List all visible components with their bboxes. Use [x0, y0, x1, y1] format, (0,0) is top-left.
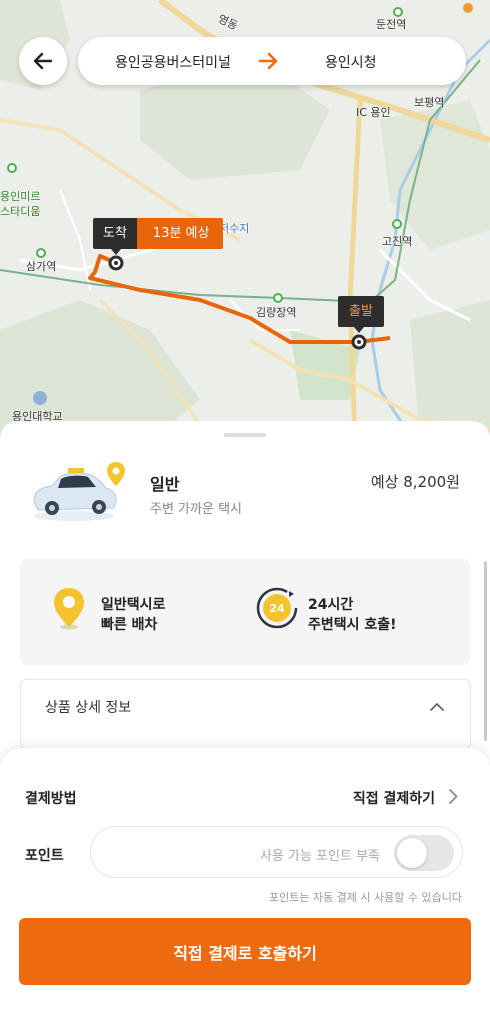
bottom-sheet: 일반 주변 가까운 택시 예상 8,200원 일반택시로 빠른 배차 24 24…	[0, 421, 490, 1009]
point-toggle[interactable]	[394, 835, 454, 871]
point-label: 포인트	[25, 848, 64, 864]
feature-subtitle: 빠른 배차	[101, 617, 158, 633]
payment-panel: 결제방법 직접 결제하기 포인트 사용 가능 포인트 부족 포인트는 자동 결제…	[0, 748, 490, 1009]
product-details-accordion[interactable]: 상품 상세 정보	[20, 679, 471, 749]
point-field: 사용 가능 포인트 부족	[90, 826, 463, 878]
taxi-option-card[interactable]: 일반 주변 가까운 택시 예상 8,200원	[20, 451, 470, 531]
payment-method-label: 결제방법	[25, 791, 77, 807]
product-details-title: 상품 상세 정보	[45, 700, 132, 716]
payment-method-value[interactable]: 직접 결제하기	[353, 788, 435, 808]
24h-clock-text: 24	[269, 602, 285, 615]
chevron-up-icon[interactable]	[430, 702, 444, 711]
map-label-bopyeong: 보평역	[414, 96, 445, 109]
map-label-stadium: 스타디움	[0, 205, 41, 218]
arrival-marker: 도착 13분 예상	[93, 218, 224, 249]
point-status-text: 사용 가능 포인트 부족	[259, 849, 380, 864]
feature-highlights: 일반택시로 빠른 배차 24 24시간 주변택시 호출!	[20, 559, 470, 665]
24h-clock-icon: 24	[256, 587, 298, 629]
origin-text: 용인공용버스터미널	[115, 55, 231, 71]
taxi-type-subtitle: 주변 가까운 택시	[150, 502, 242, 517]
feature-subtitle: 주변택시 호출!	[308, 617, 397, 633]
drag-handle[interactable]	[224, 433, 266, 437]
map-label-dunjeon: 둔전역	[376, 18, 407, 31]
departure-marker: 출발	[338, 296, 384, 327]
arrow-left-icon	[33, 52, 53, 70]
point-note: 포인트는 자동 결제 시 사용할 수 있습니다	[268, 891, 462, 904]
map-label-gimnyangjang: 김량장역	[256, 306, 297, 319]
back-button[interactable]	[19, 37, 67, 85]
estimated-price: 예상 8,200원	[370, 473, 460, 491]
call-taxi-button[interactable]: 직접 결제로 호출하기	[19, 918, 471, 985]
taxi-type-name: 일반	[150, 475, 180, 494]
toggle-knob	[397, 838, 427, 868]
map-label-reservoir: 저수지	[219, 222, 250, 235]
feature-title: 일반택시로	[101, 597, 166, 613]
map-label-mireu: 용인미르	[0, 190, 41, 203]
scrollbar[interactable]	[484, 561, 487, 741]
location-pin-icon	[54, 588, 84, 630]
map-label-gojin: 고진역	[382, 235, 413, 248]
map-label-samga: 삼가역	[26, 260, 57, 273]
arrival-label: 도착	[93, 218, 137, 249]
chevron-right-icon[interactable]	[449, 789, 458, 804]
route-summary[interactable]: 용인공용버스터미널 용인시청	[78, 37, 466, 85]
map-label-ic: IC 용인	[356, 106, 391, 119]
eta-label: 13분 예상	[136, 218, 224, 249]
feature-title: 24시간	[308, 597, 354, 613]
location-pin-icon	[107, 462, 125, 486]
destination-text: 용인시청	[325, 55, 377, 71]
arrow-right-icon	[258, 52, 278, 70]
